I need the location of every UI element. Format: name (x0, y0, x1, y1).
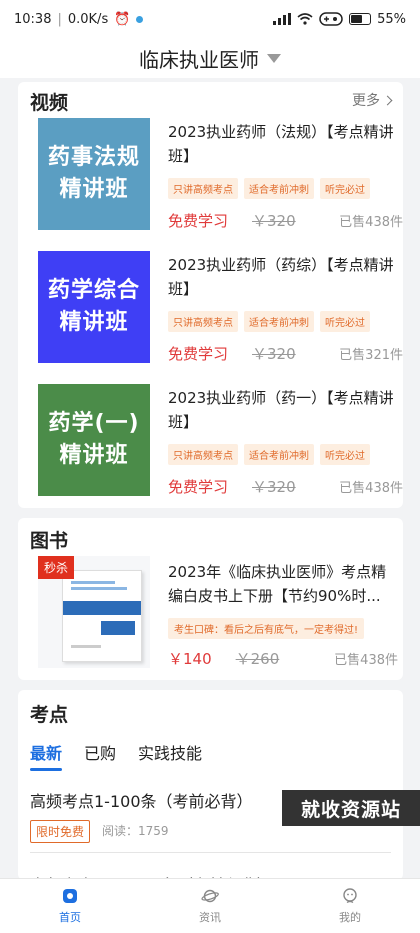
more-link[interactable]: 更多 (352, 90, 393, 110)
thumb-line: 精讲班 (59, 443, 129, 468)
thumb-line: 精讲班 (59, 310, 129, 335)
section-title-video: 视频 (30, 92, 69, 114)
free-label: 免费学习 (168, 478, 229, 496)
free-label: 免费学习 (168, 345, 229, 363)
caret-down-icon (267, 53, 281, 63)
tag: 听完必过 (320, 311, 370, 332)
user-face-icon (343, 888, 357, 904)
book-title: 2023年《临床执业医师》考点精编白皮书上下册【节约90%时... (168, 563, 387, 605)
home-icon (63, 889, 77, 903)
book-price-row: ￥140 ￥260 已售438件 (168, 648, 398, 669)
wifi-icon (297, 13, 313, 25)
course-thumbnail: 药学综合 精讲班 (38, 251, 150, 363)
nav-label: 资讯 (199, 911, 221, 924)
price-row: 免费学习 ￥320 已售438件 (168, 476, 403, 497)
course-thumbnail: 药学(一) 精讲班 (38, 384, 150, 496)
course-title: 2023执业药师（法规）【考点精讲班】 (168, 123, 394, 165)
divider (30, 852, 391, 853)
tag: 只讲高频考点 (168, 444, 238, 465)
nav-label: 我的 (339, 911, 361, 924)
status-time: 10:38 (14, 11, 52, 27)
original-price: ￥320 (252, 478, 296, 496)
section-title-kaodian: 考点 (30, 704, 69, 726)
course-tags: 只讲高频考点 适合考前冲刺 听完必过 (168, 178, 370, 199)
planet-icon (201, 889, 219, 903)
thumb-line: 药学(一) (48, 411, 140, 437)
limited-free-badge: 限时免费 (30, 820, 91, 843)
kaodian-item-title: 高频考点1-100条（考前必背） (30, 792, 253, 811)
video-section: 视频 更多 药事法规 精讲班 2023执业药师（法规）【考点精讲班】 只讲高频考… (18, 82, 403, 508)
read-count: 阅读：1759 (102, 824, 169, 838)
kaodian-tabs: 最新 已购 实践技能 (30, 740, 202, 771)
book-original-price: ￥260 (235, 650, 280, 668)
tag: 适合考前冲刺 (244, 178, 314, 199)
book-cover-art (62, 570, 142, 662)
tag: 只讲高频考点 (168, 178, 238, 199)
chevron-right-icon (382, 95, 393, 105)
original-price: ￥320 (252, 345, 296, 363)
battery-icon (349, 13, 372, 25)
price-row: 免费学习 ￥320 已售321件 (168, 343, 403, 364)
original-price: ￥320 (252, 212, 296, 230)
tab-purchased[interactable]: 已购 (84, 740, 116, 764)
course-card[interactable]: 药学(一) 精讲班 2023执业药师（药一）【考点精讲班】 只讲高频考点 适合考… (38, 384, 413, 504)
free-label: 免费学习 (168, 212, 229, 230)
battery-level: 55% (377, 11, 406, 27)
course-card[interactable]: 药事法规 精讲班 2023执业药师（法规）【考点精讲班】 只讲高频考点 适合考前… (38, 118, 413, 238)
alarm-icon: ⏰ (114, 11, 131, 27)
sold-count: 已售438件 (339, 481, 403, 496)
status-net-speed: 0.0K/s (67, 11, 109, 27)
thumb-line: 药事法规 (47, 145, 140, 171)
book-sold-count: 已售438件 (334, 653, 398, 668)
page-title: 临床执业医师 (139, 47, 259, 72)
nav-home[interactable]: 首页 (0, 879, 140, 933)
tag: 适合考前冲刺 (244, 444, 314, 465)
nav-news[interactable]: 资讯 (140, 879, 280, 933)
course-card[interactable]: 药学综合 精讲班 2023执业药师（药综）【考点精讲班】 只讲高频考点 适合考前… (38, 251, 413, 371)
course-tags: 只讲高频考点 适合考前冲刺 听完必过 (168, 444, 370, 465)
book-section: 图书 秒杀 2023年《临床执业医师》考点精编白皮书上下册【节约90%时... … (18, 518, 403, 680)
nav-label: 首页 (59, 911, 81, 924)
tab-latest[interactable]: 最新 (30, 740, 63, 771)
notification-dot-icon (136, 15, 144, 23)
kaodian-section: 考点 最新 已购 实践技能 高频考点1-100条（考前必背） 限时免费 阅读：1… (18, 690, 403, 895)
tab-practice-skills[interactable]: 实践技能 (138, 740, 202, 764)
nav-mine[interactable]: 我的 (280, 879, 420, 933)
thumb-line: 精讲班 (59, 177, 129, 202)
sold-count: 已售321件 (339, 348, 403, 363)
more-label: 更多 (352, 93, 380, 109)
tag: 听完必过 (320, 178, 370, 199)
tag: 听完必过 (320, 444, 370, 465)
course-title: 2023执业药师（药一）【考点精讲班】 (168, 389, 394, 431)
tag: 只讲高频考点 (168, 311, 238, 332)
thumb-line: 药学综合 (47, 278, 140, 304)
book-item[interactable]: 秒杀 2023年《临床执业医师》考点精编白皮书上下册【节约90%时... 考生口… (18, 518, 403, 680)
status-separator: | (57, 11, 62, 27)
course-thumbnail: 药事法规 精讲班 (38, 118, 150, 230)
exam-selector[interactable]: 临床执业医师 (0, 38, 420, 78)
flash-sale-badge: 秒杀 (38, 556, 75, 579)
course-tags: 只讲高频考点 适合考前冲刺 听完必过 (168, 311, 370, 332)
sold-count: 已售438件 (339, 215, 403, 230)
book-price: ￥140 (168, 650, 212, 668)
price-row: 免费学习 ￥320 已售438件 (168, 210, 403, 231)
book-promo-tag: 考生口碑：看后之后有底气，一定考得过! (168, 618, 365, 639)
watermark: 就收资源站 (282, 790, 420, 826)
game-controller-icon (319, 12, 343, 26)
tag: 适合考前冲刺 (244, 311, 314, 332)
status-bar: 10:38 | 0.0K/s ⏰ 55% (0, 0, 420, 38)
book-cover: 秒杀 (38, 556, 150, 668)
signal-icon (273, 13, 292, 25)
course-title: 2023执业药师（药综）【考点精讲班】 (168, 256, 394, 298)
bottom-nav: 首页 资讯 我的 (0, 878, 420, 933)
